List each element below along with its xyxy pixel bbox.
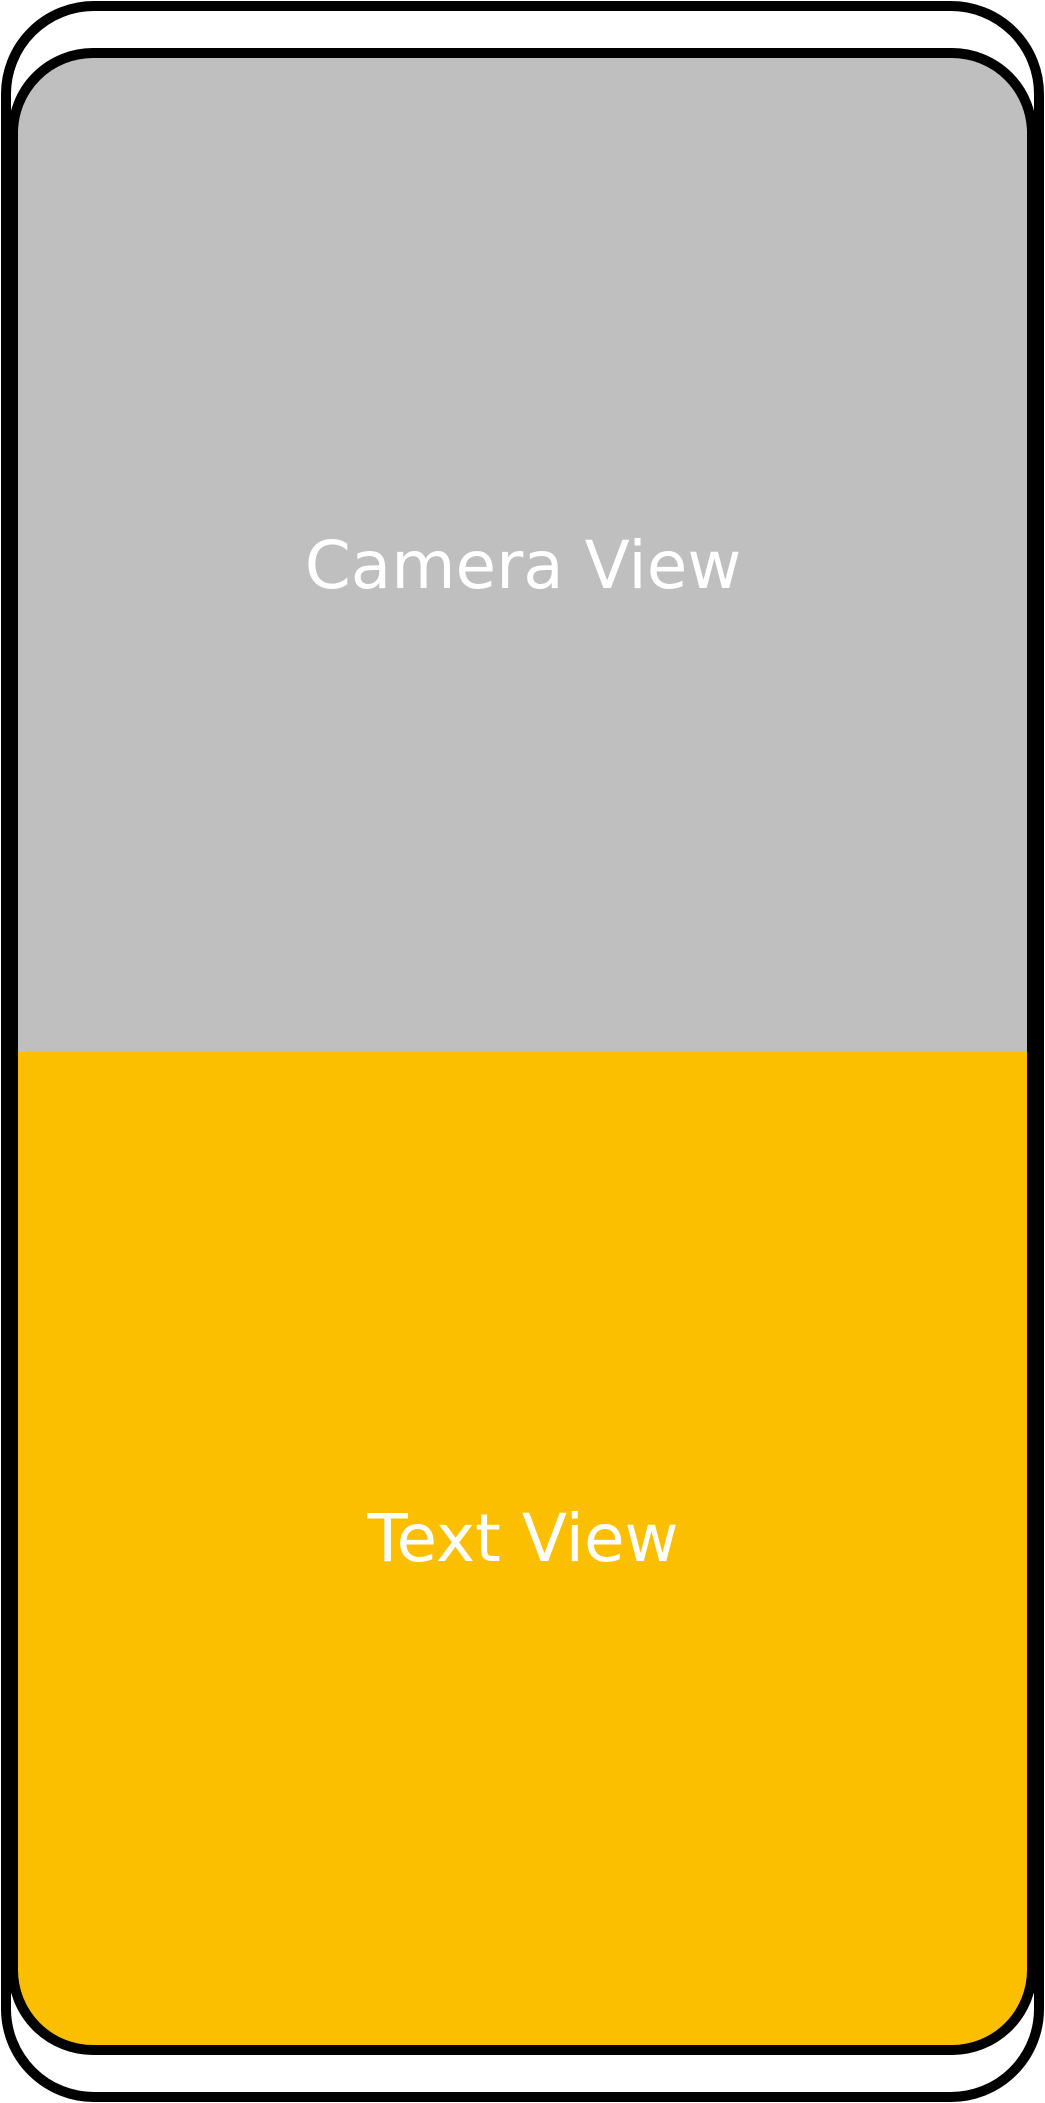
phone-wireframe: Camera View Text View bbox=[1, 1, 1044, 2102]
text-view-label: Text View bbox=[366, 1500, 678, 1577]
camera-view-label: Camera View bbox=[305, 527, 742, 604]
